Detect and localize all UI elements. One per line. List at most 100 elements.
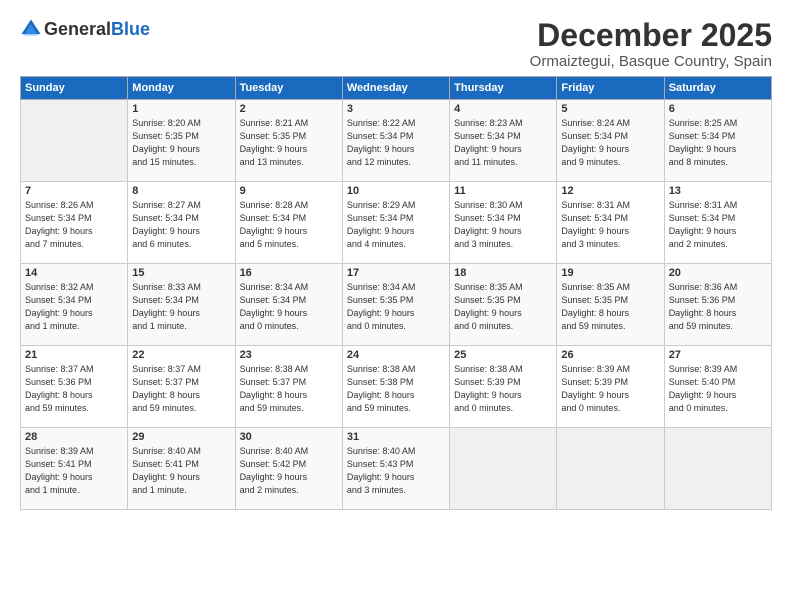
day-number: 14 [25, 267, 123, 279]
day-info: Sunrise: 8:40 AM Sunset: 5:43 PM Dayligh… [347, 445, 445, 497]
day-number: 7 [25, 185, 123, 197]
day-number: 20 [669, 267, 767, 279]
header: GeneralBlue December 2025 Ormaiztegui, B… [20, 18, 772, 70]
day-info: Sunrise: 8:37 AM Sunset: 5:36 PM Dayligh… [25, 363, 123, 415]
col-tuesday: Tuesday [235, 77, 342, 100]
col-thursday: Thursday [450, 77, 557, 100]
day-number: 18 [454, 267, 552, 279]
calendar-cell: 1 Sunrise: 8:20 AM Sunset: 5:35 PM Daylig… [128, 100, 235, 182]
calendar-cell: 6 Sunrise: 8:25 AM Sunset: 5:34 PM Daylig… [664, 100, 771, 182]
calendar-cell [21, 100, 128, 182]
day-number: 9 [240, 185, 338, 197]
calendar-cell: 24Sunrise: 8:38 AM Sunset: 5:38 PM Dayli… [342, 346, 449, 428]
calendar-cell [557, 428, 664, 510]
calendar-cell [450, 428, 557, 510]
calendar-week-4: 28Sunrise: 8:39 AM Sunset: 5:41 PM Dayli… [21, 428, 772, 510]
day-info: Sunrise: 8:34 AM Sunset: 5:35 PM Dayligh… [347, 281, 445, 333]
logo-blue: Blue [111, 19, 150, 40]
col-friday: Friday [557, 77, 664, 100]
calendar-cell: 2 Sunrise: 8:21 AM Sunset: 5:35 PM Daylig… [235, 100, 342, 182]
day-number: 27 [669, 349, 767, 361]
calendar-cell: 21Sunrise: 8:37 AM Sunset: 5:36 PM Dayli… [21, 346, 128, 428]
logo-general: General [44, 19, 111, 40]
month-title: December 2025 [530, 18, 772, 53]
calendar-cell [664, 428, 771, 510]
calendar-cell: 18 Sunrise: 8:35 AM Sunset: 5:35 PM Dayli… [450, 264, 557, 346]
calendar-cell: 3 Sunrise: 8:22 AM Sunset: 5:34 PM Daylig… [342, 100, 449, 182]
day-info: Sunrise: 8:39 AM Sunset: 5:39 PM Dayligh… [561, 363, 659, 415]
day-info: Sunrise: 8:23 AM Sunset: 5:34 PM Dayligh… [454, 117, 552, 169]
day-info: Sunrise: 8:20 AM Sunset: 5:35 PM Dayligh… [132, 117, 230, 169]
calendar-cell: 14Sunrise: 8:32 AM Sunset: 5:34 PM Dayli… [21, 264, 128, 346]
calendar-cell: 12 Sunrise: 8:31 AM Sunset: 5:34 PM Dayli… [557, 182, 664, 264]
day-info: Sunrise: 8:26 AM Sunset: 5:34 PM Dayligh… [25, 199, 123, 251]
logo: GeneralBlue [20, 18, 150, 40]
calendar-week-2: 14Sunrise: 8:32 AM Sunset: 5:34 PM Dayli… [21, 264, 772, 346]
calendar-cell: 7 Sunrise: 8:26 AM Sunset: 5:34 PM Daylig… [21, 182, 128, 264]
day-number: 1 [132, 103, 230, 115]
day-info: Sunrise: 8:24 AM Sunset: 5:34 PM Dayligh… [561, 117, 659, 169]
day-info: Sunrise: 8:22 AM Sunset: 5:34 PM Dayligh… [347, 117, 445, 169]
calendar-cell: 27 Sunrise: 8:39 AM Sunset: 5:40 PM Dayli… [664, 346, 771, 428]
day-info: Sunrise: 8:40 AM Sunset: 5:42 PM Dayligh… [240, 445, 338, 497]
day-info: Sunrise: 8:33 AM Sunset: 5:34 PM Dayligh… [132, 281, 230, 333]
location: Ormaiztegui, Basque Country, Spain [530, 53, 772, 70]
calendar-cell: 26 Sunrise: 8:39 AM Sunset: 5:39 PM Dayli… [557, 346, 664, 428]
day-number: 6 [669, 103, 767, 115]
day-number: 5 [561, 103, 659, 115]
calendar-cell: 20 Sunrise: 8:36 AM Sunset: 5:36 PM Dayli… [664, 264, 771, 346]
day-number: 26 [561, 349, 659, 361]
day-info: Sunrise: 8:25 AM Sunset: 5:34 PM Dayligh… [669, 117, 767, 169]
calendar-cell: 17 Sunrise: 8:34 AM Sunset: 5:35 PM Dayli… [342, 264, 449, 346]
day-number: 25 [454, 349, 552, 361]
page: GeneralBlue December 2025 Ormaiztegui, B… [0, 0, 792, 612]
day-info: Sunrise: 8:35 AM Sunset: 5:35 PM Dayligh… [454, 281, 552, 333]
day-number: 23 [240, 349, 338, 361]
day-number: 2 [240, 103, 338, 115]
calendar-week-0: 1 Sunrise: 8:20 AM Sunset: 5:35 PM Daylig… [21, 100, 772, 182]
day-number: 19 [561, 267, 659, 279]
day-info: Sunrise: 8:39 AM Sunset: 5:40 PM Dayligh… [669, 363, 767, 415]
day-info: Sunrise: 8:40 AM Sunset: 5:41 PM Dayligh… [132, 445, 230, 497]
day-number: 11 [454, 185, 552, 197]
calendar-cell: 16 Sunrise: 8:34 AM Sunset: 5:34 PM Dayli… [235, 264, 342, 346]
day-info: Sunrise: 8:37 AM Sunset: 5:37 PM Dayligh… [132, 363, 230, 415]
day-info: Sunrise: 8:35 AM Sunset: 5:35 PM Dayligh… [561, 281, 659, 333]
calendar-table: Sunday Monday Tuesday Wednesday Thursday… [20, 76, 772, 510]
day-info: Sunrise: 8:31 AM Sunset: 5:34 PM Dayligh… [669, 199, 767, 251]
day-number: 30 [240, 431, 338, 443]
calendar-cell: 8Sunrise: 8:27 AM Sunset: 5:34 PM Daylig… [128, 182, 235, 264]
day-info: Sunrise: 8:21 AM Sunset: 5:35 PM Dayligh… [240, 117, 338, 169]
day-info: Sunrise: 8:31 AM Sunset: 5:34 PM Dayligh… [561, 199, 659, 251]
day-number: 31 [347, 431, 445, 443]
day-number: 13 [669, 185, 767, 197]
day-info: Sunrise: 8:34 AM Sunset: 5:34 PM Dayligh… [240, 281, 338, 333]
day-number: 24 [347, 349, 445, 361]
day-number: 16 [240, 267, 338, 279]
day-info: Sunrise: 8:38 AM Sunset: 5:37 PM Dayligh… [240, 363, 338, 415]
day-number: 29 [132, 431, 230, 443]
day-info: Sunrise: 8:39 AM Sunset: 5:41 PM Dayligh… [25, 445, 123, 497]
calendar-cell: 11 Sunrise: 8:30 AM Sunset: 5:34 PM Dayli… [450, 182, 557, 264]
title-block: December 2025 Ormaiztegui, Basque Countr… [530, 18, 772, 70]
day-info: Sunrise: 8:30 AM Sunset: 5:34 PM Dayligh… [454, 199, 552, 251]
day-number: 12 [561, 185, 659, 197]
calendar-cell: 4 Sunrise: 8:23 AM Sunset: 5:34 PM Daylig… [450, 100, 557, 182]
calendar-cell: 19 Sunrise: 8:35 AM Sunset: 5:35 PM Dayli… [557, 264, 664, 346]
day-info: Sunrise: 8:29 AM Sunset: 5:34 PM Dayligh… [347, 199, 445, 251]
calendar-week-3: 21Sunrise: 8:37 AM Sunset: 5:36 PM Dayli… [21, 346, 772, 428]
calendar-cell: 25 Sunrise: 8:38 AM Sunset: 5:39 PM Dayli… [450, 346, 557, 428]
calendar-cell: 29 Sunrise: 8:40 AM Sunset: 5:41 PM Dayli… [128, 428, 235, 510]
day-info: Sunrise: 8:36 AM Sunset: 5:36 PM Dayligh… [669, 281, 767, 333]
calendar-week-1: 7 Sunrise: 8:26 AM Sunset: 5:34 PM Daylig… [21, 182, 772, 264]
day-number: 8 [132, 185, 230, 197]
col-saturday: Saturday [664, 77, 771, 100]
calendar-cell: 22Sunrise: 8:37 AM Sunset: 5:37 PM Dayli… [128, 346, 235, 428]
logo-icon [20, 18, 42, 40]
day-number: 17 [347, 267, 445, 279]
calendar-header-row: Sunday Monday Tuesday Wednesday Thursday… [21, 77, 772, 100]
day-info: Sunrise: 8:38 AM Sunset: 5:39 PM Dayligh… [454, 363, 552, 415]
calendar-cell: 30 Sunrise: 8:40 AM Sunset: 5:42 PM Dayli… [235, 428, 342, 510]
day-number: 4 [454, 103, 552, 115]
day-number: 3 [347, 103, 445, 115]
